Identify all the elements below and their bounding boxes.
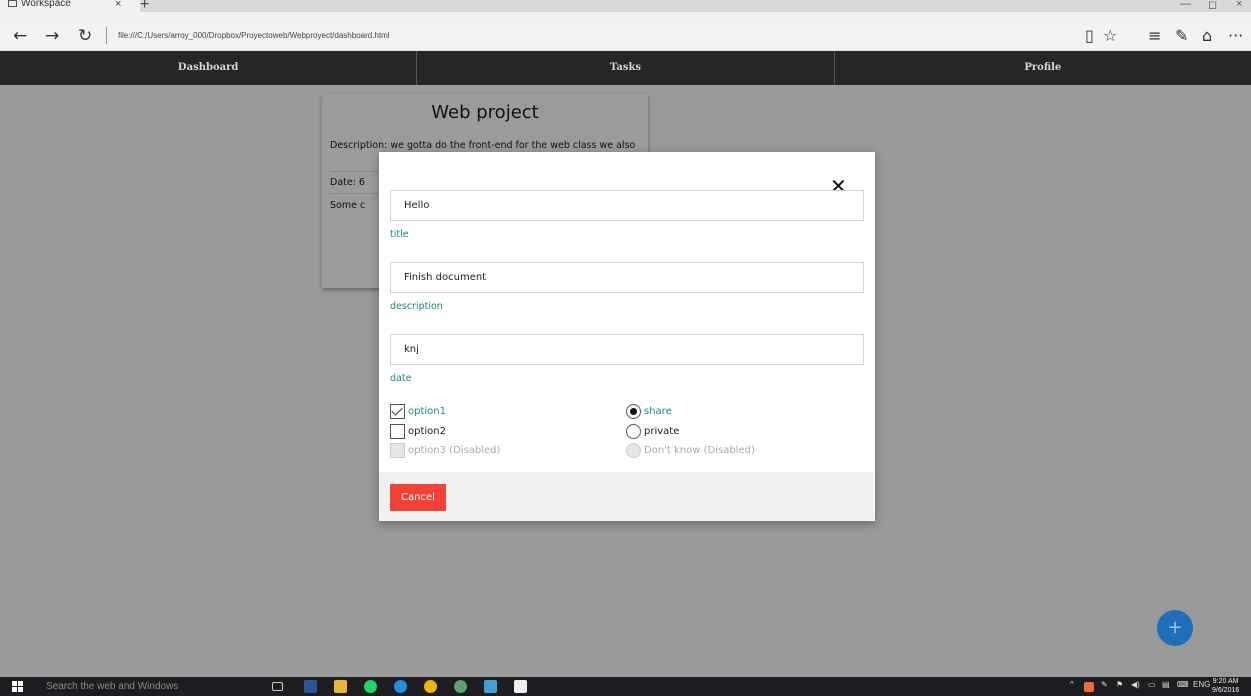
windows-start-icon[interactable] bbox=[12, 681, 24, 692]
modal-footer: Cancel bbox=[379, 472, 875, 521]
app-nav-bar: Dashboard Tasks Profile bbox=[0, 51, 1251, 85]
option2-checkbox[interactable]: option2 bbox=[390, 424, 446, 439]
back-icon[interactable]: ← bbox=[13, 26, 27, 46]
tray-app-icon[interactable] bbox=[1084, 682, 1094, 692]
store-icon[interactable] bbox=[514, 680, 527, 693]
browser-tab-bar: Workspace × + — ◻ × bbox=[0, 0, 1251, 22]
spotify-icon[interactable] bbox=[364, 680, 377, 693]
edit-task-modal: ✕ Hello title Finish document descriptio… bbox=[379, 152, 875, 521]
favorite-star-icon[interactable]: ☆ bbox=[1103, 26, 1117, 45]
address-bar: ← → ↻ file:///C:/Users/arroy_000/Dropbox… bbox=[0, 22, 1251, 51]
card-date: Date: 6 bbox=[330, 177, 365, 188]
hub-icon[interactable]: ≡ bbox=[1148, 26, 1161, 45]
checkbox-icon[interactable] bbox=[390, 424, 405, 439]
address-separator bbox=[106, 27, 107, 44]
private-radio[interactable]: private bbox=[626, 424, 679, 439]
file-explorer-icon[interactable] bbox=[334, 680, 347, 693]
title-input[interactable]: Hello bbox=[390, 190, 864, 221]
taskbar-search-input[interactable]: Search the web and Windows bbox=[38, 677, 248, 696]
tab-tasks[interactable]: Tasks bbox=[417, 51, 835, 85]
date-input[interactable]: knj bbox=[390, 334, 864, 365]
share-icon[interactable]: ⌂ bbox=[1202, 26, 1212, 45]
url-field[interactable]: file:///C:/Users/arroy_000/Dropbox/Proye… bbox=[118, 31, 390, 40]
minimize-icon[interactable]: — bbox=[1180, 0, 1191, 10]
more-icon[interactable]: ··· bbox=[1228, 26, 1243, 45]
maximize-icon[interactable]: ◻ bbox=[1208, 0, 1217, 11]
task-view-icon[interactable] bbox=[272, 682, 283, 691]
option3-label: option3 (Disabled) bbox=[408, 445, 501, 456]
cancel-button[interactable]: Cancel bbox=[390, 484, 446, 511]
radio-checked-icon[interactable] bbox=[626, 404, 641, 419]
new-tab-button[interactable]: + bbox=[140, 0, 149, 14]
browser-tab[interactable]: Workspace × bbox=[0, 0, 140, 12]
share-radio[interactable]: share bbox=[626, 404, 672, 419]
share-label: share bbox=[644, 406, 672, 417]
keyboard-icon[interactable]: ⌨ bbox=[1177, 680, 1189, 689]
tab-close-icon[interactable]: × bbox=[115, 0, 121, 10]
checkbox-disabled-icon bbox=[390, 443, 405, 458]
radio-icon[interactable] bbox=[626, 424, 641, 439]
option2-label: option2 bbox=[408, 426, 446, 437]
option1-checkbox[interactable]: option1 bbox=[390, 404, 446, 419]
window-close-icon[interactable]: × bbox=[1236, 0, 1242, 10]
app-icon[interactable] bbox=[484, 680, 497, 693]
option3-checkbox: option3 (Disabled) bbox=[390, 443, 500, 458]
title-label: title bbox=[390, 229, 409, 240]
radio-disabled-icon bbox=[626, 443, 641, 458]
battery-icon[interactable]: ▭ bbox=[1148, 680, 1156, 689]
web-note-icon[interactable]: ✎ bbox=[1175, 26, 1188, 45]
tab-title: Workspace bbox=[21, 0, 71, 10]
date-label: date bbox=[390, 373, 412, 384]
tray-pen-icon[interactable]: ✎ bbox=[1101, 680, 1108, 689]
tab-page-icon bbox=[8, 0, 17, 7]
tab-dashboard[interactable]: Dashboard bbox=[0, 51, 418, 85]
checkbox-checked-icon[interactable] bbox=[390, 404, 405, 419]
clock[interactable]: 9:20 AM 9/6/2016 bbox=[1212, 677, 1239, 695]
option1-label: option1 bbox=[408, 406, 446, 417]
tab-strip bbox=[140, 0, 1251, 12]
tray-network-icon[interactable]: ⚑ bbox=[1116, 680, 1123, 689]
word-icon[interactable] bbox=[304, 680, 317, 693]
card-other-text: Some c bbox=[330, 200, 366, 211]
tab-profile[interactable]: Profile bbox=[835, 51, 1251, 85]
private-label: private bbox=[644, 426, 680, 437]
language-indicator[interactable]: ENG bbox=[1193, 680, 1210, 689]
windows-taskbar: Search the web and Windows ^ ✎ ⚑ ◀) ▭ ▤ … bbox=[0, 677, 1251, 696]
description-input[interactable]: Finish document bbox=[390, 262, 864, 293]
clock-time: 9:20 AM bbox=[1212, 678, 1239, 685]
tray-chevron-icon[interactable]: ^ bbox=[1070, 680, 1074, 689]
chrome-icon[interactable] bbox=[424, 680, 437, 693]
clock-date: 9/6/2016 bbox=[1212, 687, 1240, 694]
forward-icon[interactable]: → bbox=[45, 26, 59, 46]
volume-icon[interactable]: ◀) bbox=[1131, 680, 1140, 689]
notifications-icon[interactable]: ▤ bbox=[1162, 680, 1170, 689]
dont-know-label: Don't know (Disabled) bbox=[644, 445, 755, 456]
card-title: Web project bbox=[431, 102, 539, 123]
app-icon[interactable] bbox=[454, 680, 467, 693]
refresh-icon[interactable]: ↻ bbox=[78, 26, 92, 46]
reading-view-icon[interactable]: ▯ bbox=[1085, 26, 1094, 45]
dont-know-radio: Don't know (Disabled) bbox=[626, 443, 755, 458]
card-description: Description: we gotta do the front-end f… bbox=[330, 140, 636, 151]
description-label: description bbox=[390, 301, 443, 312]
add-task-button[interactable]: + bbox=[1157, 610, 1193, 646]
edge-icon[interactable] bbox=[394, 680, 407, 693]
